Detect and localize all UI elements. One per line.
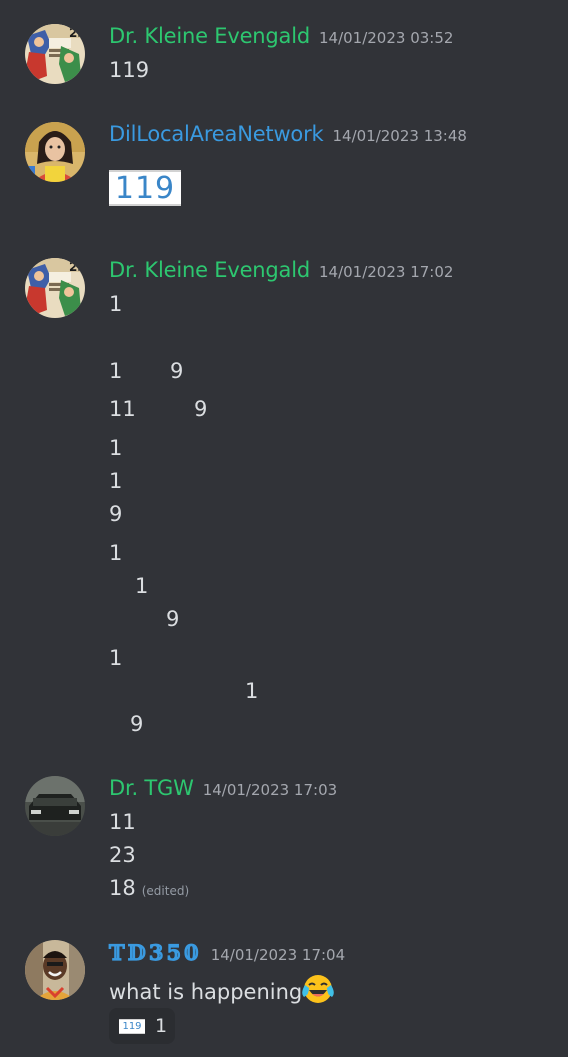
avatar-dillocalareanetwork[interactable] [25, 122, 85, 182]
author-name[interactable]: Dr. Kleine Evengald [109, 258, 310, 282]
timestamp: 14/01/2023 17:04 [210, 946, 346, 964]
svg-text:23: 23 [69, 26, 85, 40]
author-name[interactable]: DilLocalAreaNetwork [109, 122, 324, 146]
edited-label: (edited) [141, 884, 190, 898]
author-name[interactable]: Dr. TGW [109, 776, 194, 800]
message-text: 1 [135, 574, 149, 598]
reaction-count: 1 [155, 1015, 168, 1037]
message-text: 1 [109, 541, 123, 565]
svg-text:23: 23 [69, 260, 85, 274]
message-text: 1 [245, 679, 259, 703]
message-header: Dr. Kleine Evengald 14/01/2023 17:02 [109, 258, 453, 284]
message-text: 11 [109, 397, 136, 421]
message-text: what is happening [109, 973, 335, 1005]
message-header: DilLocalAreaNetwork 14/01/2023 13:48 [109, 122, 467, 148]
tears-of-joy-emoji-icon [302, 975, 335, 1003]
avatar-dr-kleine-evengald[interactable]: 23 [25, 258, 85, 318]
avatar-td350[interactable] [25, 940, 85, 1000]
timestamp: 14/01/2023 17:02 [318, 263, 454, 281]
message-text: 1 [109, 359, 123, 383]
message-text: 1 [109, 436, 123, 460]
message-text: 9 [170, 359, 184, 383]
message-text: 11 [109, 810, 136, 834]
timestamp: 14/01/2023 17:03 [202, 781, 338, 799]
timestamp: 14/01/2023 03:52 [318, 29, 454, 47]
message-text: 119 [109, 58, 150, 82]
message-text-value: 18 [109, 876, 136, 900]
message-text: 1 [109, 646, 123, 670]
custom-emoji[interactable]: 119 [109, 170, 181, 206]
message-text: 9 [166, 607, 180, 631]
message-header: 𝕋𝔻𝟛𝟝𝟘 14/01/2023 17:04 [109, 940, 345, 966]
reaction-emoji: 119 [119, 1018, 145, 1034]
message-text: 9 [130, 712, 144, 736]
message-header: Dr. Kleine Evengald 14/01/2023 03:52 [109, 24, 453, 50]
author-name[interactable]: 𝕋𝔻𝟛𝟝𝟘 [109, 940, 202, 965]
chat-messages: 23 Dr. Kleine Evengald 14/01/2023 03:52 1… [0, 0, 568, 1057]
message-text: 1 [109, 469, 123, 493]
message-header: Dr. TGW 14/01/2023 17:03 [109, 776, 337, 802]
message-text: 1 [109, 292, 123, 316]
message-text: 9 [109, 502, 123, 526]
message-text: 23 [109, 843, 136, 867]
avatar-dr-tgw[interactable] [25, 776, 85, 836]
author-name[interactable]: Dr. Kleine Evengald [109, 24, 310, 48]
message-text-value: what is happening [109, 980, 303, 1004]
avatar-dr-kleine-evengald[interactable]: 23 [25, 24, 85, 84]
message-text: 9 [194, 397, 208, 421]
timestamp: 14/01/2023 13:48 [332, 127, 467, 145]
message-text: 18 (edited) [109, 875, 189, 904]
reaction-button[interactable]: 119 1 [109, 1008, 175, 1044]
